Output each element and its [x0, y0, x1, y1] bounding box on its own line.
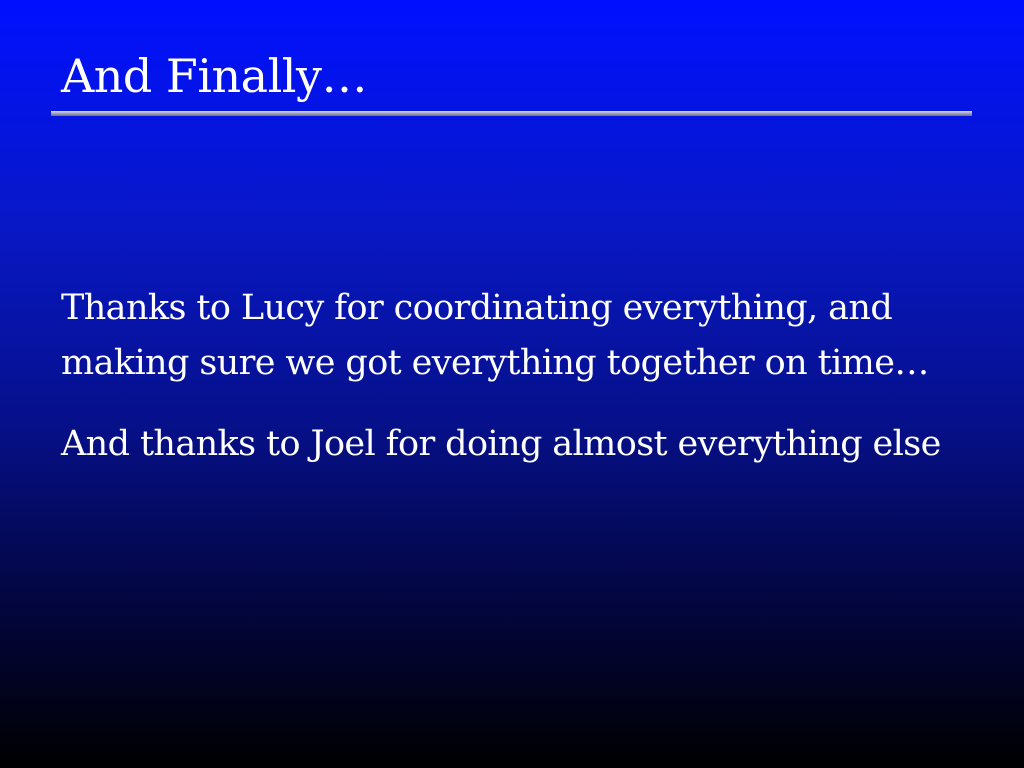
thanks-joel-paragraph: And thanks to Joel for doing almost ever…: [61, 424, 941, 464]
slide-body: Thanks to Lucy for coordinating everythi…: [61, 281, 961, 498]
title-divider: [51, 111, 972, 116]
presentation-slide: And Finally… Thanks to Lucy for coordina…: [0, 0, 1024, 768]
thanks-lucy-paragraph: Thanks to Lucy for coordinating everythi…: [61, 288, 929, 383]
slide-title: And Finally…: [61, 49, 368, 103]
